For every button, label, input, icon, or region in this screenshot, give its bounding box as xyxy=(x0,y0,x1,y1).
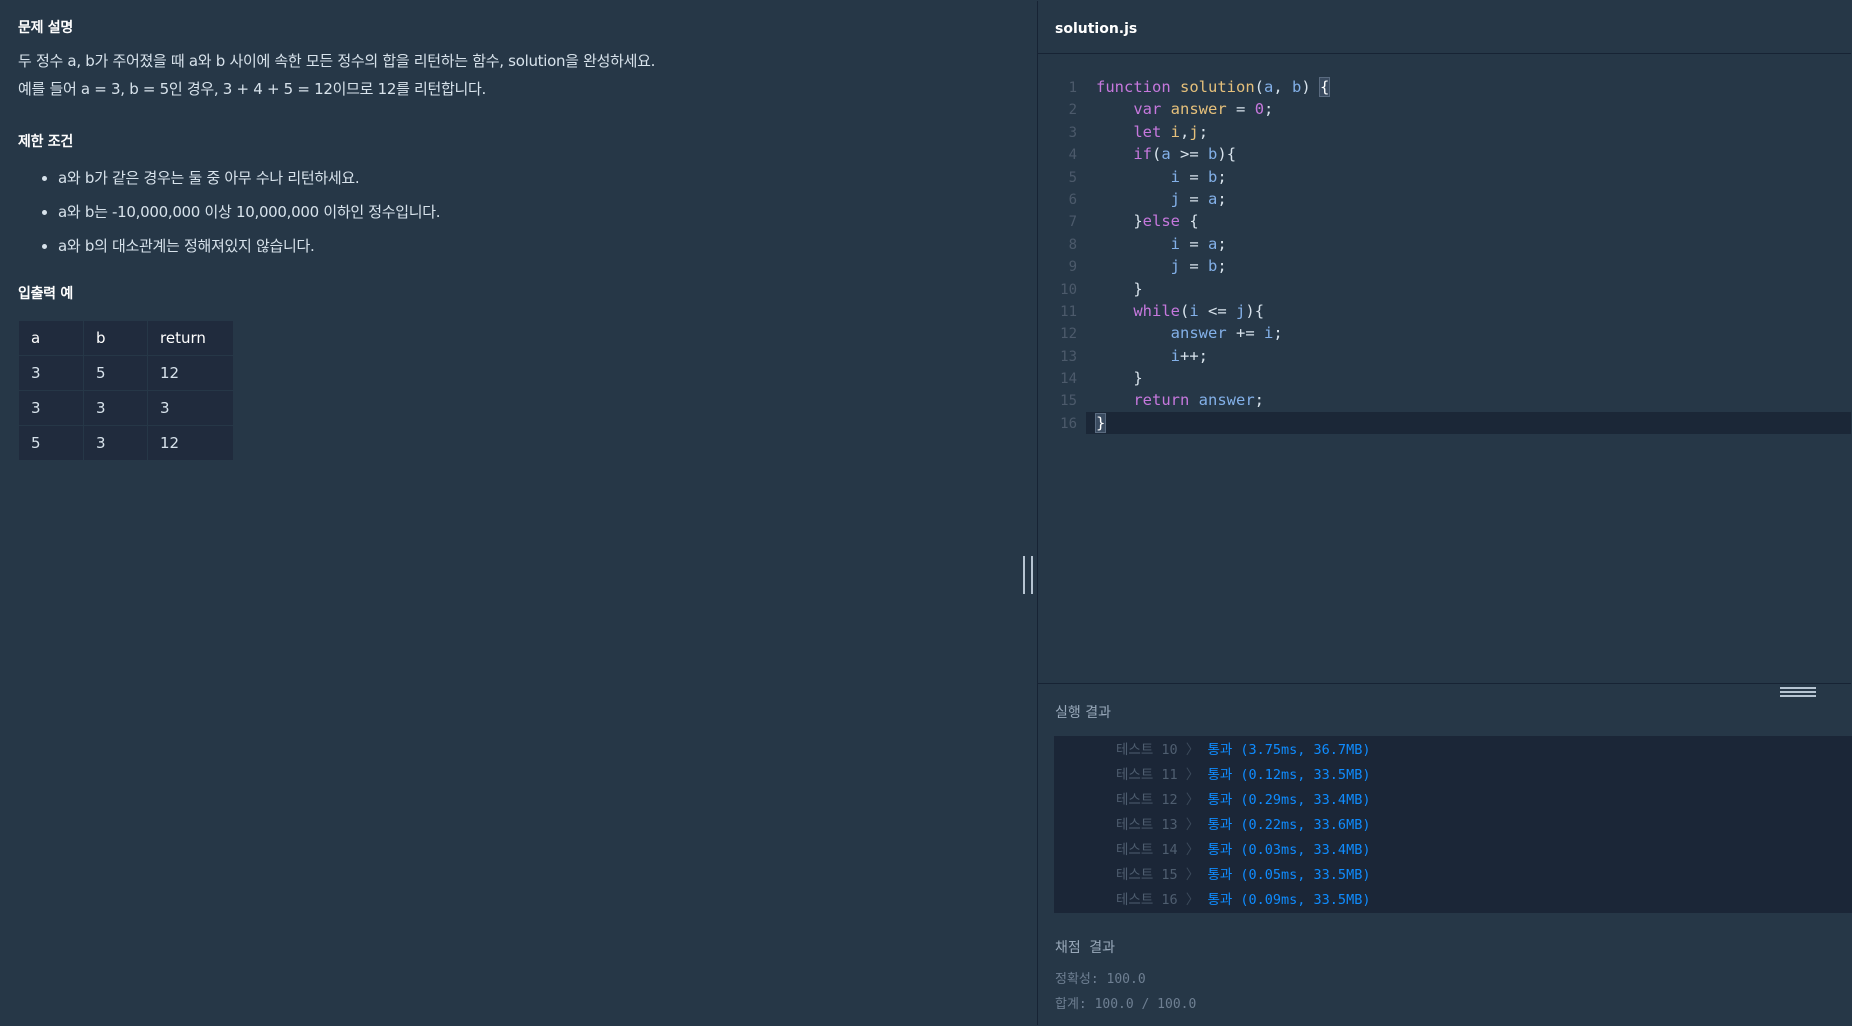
bullet-icon xyxy=(42,210,47,215)
horizontal-resize-handle[interactable] xyxy=(1780,687,1816,697)
constraint-item: a와 b가 같은 경우는 둘 중 아무 수나 리턴하세요. xyxy=(18,161,1019,195)
problem-title: 문제 설명 xyxy=(18,20,73,36)
table-cell: 12 xyxy=(147,355,234,391)
table-header-row: a b return xyxy=(18,320,234,356)
code-line: 7 }else { xyxy=(1068,212,1199,231)
description-line-1: 두 정수 a, b가 주어졌을 때 a와 b 사이에 속한 모든 정수의 합을 … xyxy=(18,52,656,70)
result-header: 실행 결과 xyxy=(1038,683,1851,736)
table-cell: 12 xyxy=(147,425,234,461)
constraints-list: a와 b가 같은 경우는 둘 중 아무 수나 리턴하세요. a와 b는 -10,… xyxy=(18,161,1019,263)
grading-total: 합계: 100.0 / 100.0 xyxy=(1055,997,1197,1012)
code-line: 14 } xyxy=(1060,369,1143,388)
code-line: 1 function solution(a, b) { xyxy=(1068,77,1331,97)
description-line-2: 예를 들어 a = 3, b = 5인 경우, 3 + 4 + 5 = 12이므… xyxy=(18,80,487,98)
code-line: 10 } xyxy=(1060,279,1143,298)
table-header: b xyxy=(83,320,148,356)
table-cell: 3 xyxy=(83,425,148,461)
code-line: 2 var answer = 0; xyxy=(1068,100,1274,119)
vertical-resize-handle[interactable] xyxy=(1023,556,1033,594)
problem-description: 두 정수 a, b가 주어졌을 때 a와 b 사이에 속한 모든 정수의 합을 … xyxy=(18,47,1019,103)
code-line: 9 j = b; xyxy=(1068,257,1227,276)
constraint-item: a와 b의 대소관계는 정해져있지 않습니다. xyxy=(18,229,1019,263)
code-line: 8 i = a; xyxy=(1068,234,1227,253)
result-title: 실행 결과 xyxy=(1055,705,1111,721)
constraints-title: 제한 조건 xyxy=(18,134,73,150)
constraint-item: a와 b는 -10,000,000 이상 10,000,000 이하인 정수입니… xyxy=(18,195,1019,229)
result-row: 테스트 16 〉 통과 (0.09ms, 33.5MB) xyxy=(1116,892,1371,908)
bullet-icon xyxy=(42,244,47,249)
code-line-active: 16} xyxy=(1060,411,1851,435)
code-line: 6 j = a; xyxy=(1068,189,1227,208)
io-title: 입출력 예 xyxy=(18,286,73,302)
bullet-icon xyxy=(42,176,47,181)
code-editor[interactable]: 1 function solution(a, b) { 2 var answer … xyxy=(1038,54,1851,683)
table-row: 3 3 3 xyxy=(18,390,234,426)
result-row: 테스트 15 〉 통과 (0.05ms, 33.5MB) xyxy=(1116,867,1371,883)
code-line: 4 if(a >= b){ xyxy=(1068,145,1237,164)
code-line: 11 while(i <= j){ xyxy=(1060,301,1265,320)
table-row: 5 3 12 xyxy=(18,425,234,461)
file-tab[interactable]: solution.js xyxy=(1038,1,1851,54)
table-header: return xyxy=(147,320,234,356)
table-cell: 3 xyxy=(18,390,84,426)
grading-result: 채점 결과 정확성: 100.0 합계: 100.0 / 100.0 xyxy=(1038,913,1851,1017)
table-cell: 3 xyxy=(18,355,84,391)
result-row: 테스트 13 〉 통과 (0.22ms, 33.6MB) xyxy=(1116,817,1371,833)
editor-panel: solution.js 1 function solution(a, b) { 2… xyxy=(1037,1,1852,1025)
problem-panel: 문제 설명 두 정수 a, b가 주어졌을 때 a와 b 사이에 속한 모든 정… xyxy=(1,1,1036,1025)
result-row: 테스트 11 〉 통과 (0.12ms, 33.5MB) xyxy=(1116,767,1371,783)
result-row: 테스트 10 〉 통과 (3.75ms, 36.7MB) xyxy=(1116,742,1371,758)
code-line: 5 i = b; xyxy=(1068,167,1227,186)
result-row: 테스트 12 〉 통과 (0.29ms, 33.4MB) xyxy=(1116,792,1371,808)
results-console[interactable]: 테스트 10 〉 통과 (3.75ms, 36.7MB) 테스트 11 〉 통과… xyxy=(1054,736,1852,913)
code-line: 12 answer += i; xyxy=(1060,324,1283,343)
grading-title: 채점 결과 xyxy=(1055,940,1115,956)
io-table: a b return 3 5 12 3 3 3 5 3 12 xyxy=(18,320,234,461)
table-header: a xyxy=(18,320,84,356)
table-cell: 3 xyxy=(147,390,234,426)
table-cell: 5 xyxy=(83,355,148,391)
result-row: 테스트 14 〉 통과 (0.03ms, 33.4MB) xyxy=(1116,842,1371,858)
code-line: 13 i++; xyxy=(1060,346,1208,365)
table-cell: 3 xyxy=(83,390,148,426)
code-line: 3 let i,j; xyxy=(1068,122,1209,141)
table-row: 3 5 12 xyxy=(18,355,234,391)
table-cell: 5 xyxy=(18,425,84,461)
grading-accuracy: 정확성: 100.0 xyxy=(1055,972,1146,987)
code-line: 15 return answer; xyxy=(1060,391,1265,410)
